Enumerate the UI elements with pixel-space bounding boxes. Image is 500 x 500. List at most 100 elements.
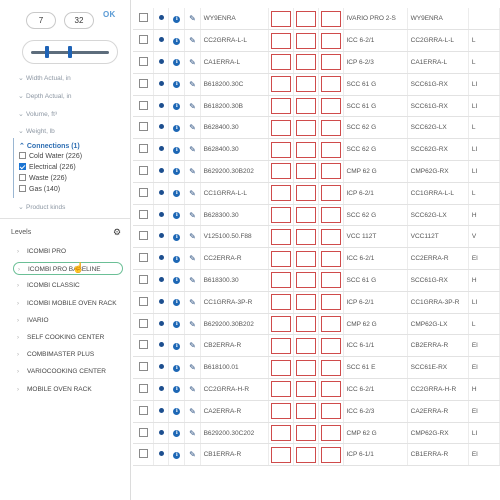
pencil-icon[interactable]: ✎ [189, 123, 196, 132]
empty-required-input[interactable] [320, 294, 341, 311]
table-row[interactable]: i ✎ V125100.50.F88 VCC 112T VCC112T V [133, 225, 500, 249]
empty-required-input[interactable] [295, 54, 316, 71]
table-row[interactable]: i ✎ CB1ERRA-R ICP 6-1/1 CB1ERRA-R El [133, 443, 500, 467]
row-checkbox[interactable] [138, 405, 148, 415]
range-slider[interactable] [22, 40, 118, 64]
facet-weight[interactable]: ⌄ Weight, lb [18, 127, 55, 135]
pencil-icon[interactable]: ✎ [189, 276, 196, 285]
info-icon[interactable]: i [173, 430, 181, 438]
pencil-icon[interactable]: ✎ [189, 14, 196, 23]
empty-required-input[interactable] [295, 228, 316, 245]
empty-required-input[interactable] [295, 98, 316, 115]
empty-required-input[interactable] [270, 446, 291, 463]
pencil-icon[interactable]: ✎ [189, 407, 196, 416]
empty-required-input[interactable] [270, 359, 291, 376]
info-icon[interactable]: i [173, 364, 181, 372]
connection-option[interactable]: Electrical (226) [19, 163, 76, 172]
empty-required-input[interactable] [295, 381, 316, 398]
row-checkbox[interactable] [138, 165, 148, 175]
empty-required-input[interactable] [270, 185, 291, 202]
pencil-icon[interactable]: ✎ [189, 298, 196, 307]
pencil-icon[interactable]: ✎ [189, 211, 196, 220]
pencil-icon[interactable]: ✎ [189, 254, 196, 263]
empty-required-input[interactable] [270, 10, 291, 27]
empty-required-input[interactable] [320, 250, 341, 267]
table-row[interactable]: i ✎ B618100.01 SCC 61 E SCC61E-RX El [133, 356, 500, 380]
row-checkbox[interactable] [138, 231, 148, 241]
row-checkbox[interactable] [138, 296, 148, 306]
table-row[interactable]: i ✎ CC1GRRA-3P-R ICP 6-2/1 CC1GRRA-3P-R LI [133, 291, 500, 314]
level-item[interactable]: › COMBIMASTER PLUS [13, 348, 123, 361]
info-icon[interactable]: i [173, 190, 181, 198]
empty-required-input[interactable] [295, 359, 316, 376]
empty-required-input[interactable] [295, 163, 316, 180]
level-item[interactable]: › MOBILE OVEN RACK [13, 383, 123, 396]
table-row[interactable]: i ✎ CB2ERRA-R ICC 6-1/1 CB2ERRA-R El [133, 334, 500, 358]
level-item[interactable]: › ICOMBI MOBILE OVEN RACK [13, 297, 123, 310]
info-icon[interactable]: i [173, 59, 181, 67]
level-item[interactable]: › IVARIO [13, 314, 123, 327]
empty-required-input[interactable] [295, 294, 316, 311]
row-checkbox[interactable] [138, 362, 148, 372]
empty-required-input[interactable] [320, 316, 341, 333]
empty-required-input[interactable] [270, 228, 291, 245]
row-checkbox[interactable] [138, 122, 148, 132]
checkbox[interactable] [19, 163, 26, 170]
empty-required-input[interactable] [295, 119, 316, 136]
level-item[interactable]: › VARIOCOOKING CENTER [13, 365, 123, 378]
row-checkbox[interactable] [138, 253, 148, 263]
info-icon[interactable]: i [173, 255, 181, 263]
table-row[interactable]: i ✎ CC2GRRA-H-R ICC 6-2/1 CC2GRRA-H-R H [133, 378, 500, 401]
info-icon[interactable]: i [173, 37, 181, 45]
empty-required-input[interactable] [320, 381, 341, 398]
empty-required-input[interactable] [320, 54, 341, 71]
empty-required-input[interactable] [320, 228, 341, 245]
empty-required-input[interactable] [270, 294, 291, 311]
table-row[interactable]: i ✎ CA1ERRA-L ICP 6-2/3 CA1ERRA-L L [133, 51, 500, 74]
row-checkbox[interactable] [138, 340, 148, 350]
empty-required-input[interactable] [295, 10, 316, 27]
empty-required-input[interactable] [320, 163, 341, 180]
row-checkbox[interactable] [138, 100, 148, 110]
empty-required-input[interactable] [270, 98, 291, 115]
pencil-icon[interactable]: ✎ [189, 363, 196, 372]
empty-required-input[interactable] [320, 141, 341, 158]
table-row[interactable]: i ✎ B629200.30B202 CMP 62 G CMP62G-LX L [133, 313, 500, 336]
facet-width[interactable]: ⌄ Width Actual, in [18, 74, 71, 82]
pencil-icon[interactable]: ✎ [189, 385, 196, 394]
checkbox[interactable] [19, 185, 26, 192]
empty-required-input[interactable] [295, 316, 316, 333]
empty-required-input[interactable] [320, 185, 341, 202]
empty-required-input[interactable] [320, 359, 341, 376]
pencil-icon[interactable]: ✎ [189, 450, 196, 459]
row-checkbox[interactable] [138, 274, 148, 284]
info-icon[interactable]: i [173, 212, 181, 220]
table-row[interactable]: i ✎ B628400.30 SCC 62 G SCC62G-LX L [133, 116, 500, 140]
pencil-icon[interactable]: ✎ [189, 102, 196, 111]
ok-button[interactable]: OK [103, 10, 116, 19]
pencil-icon[interactable]: ✎ [189, 58, 196, 67]
level-item[interactable]: › ICOMBI PRO BASELINE [13, 262, 123, 276]
connection-option[interactable]: Waste (226) [19, 174, 67, 183]
empty-required-input[interactable] [295, 141, 316, 158]
empty-required-input[interactable] [270, 119, 291, 136]
pencil-icon[interactable]: ✎ [189, 145, 196, 154]
checkbox[interactable] [19, 152, 26, 159]
table-row[interactable]: i ✎ B618200.30B SCC 61 G SCC61G-RX LI [133, 95, 500, 118]
level-item[interactable]: › ICOMBI CLASSIC [13, 279, 123, 292]
empty-required-input[interactable] [295, 250, 316, 267]
empty-required-input[interactable] [270, 425, 291, 442]
row-checkbox[interactable] [138, 449, 148, 459]
empty-required-input[interactable] [320, 337, 341, 354]
empty-required-input[interactable] [295, 32, 316, 49]
info-icon[interactable]: i [173, 81, 181, 89]
table-row[interactable]: i ✎ WY9ENRA IVARIO PRO 2-S WY9ENRA [133, 8, 500, 31]
table-row[interactable]: i ✎ CC1GRRA-L-L ICP 6-2/1 CC1GRRA-L-L L [133, 182, 500, 205]
empty-required-input[interactable] [270, 163, 291, 180]
info-icon[interactable]: i [173, 146, 181, 154]
empty-required-input[interactable] [320, 272, 341, 289]
empty-required-input[interactable] [320, 119, 341, 136]
empty-required-input[interactable] [270, 207, 291, 224]
table-row[interactable]: i ✎ CC2GRRA-L-L ICC 6-2/1 CC2GRRA-L-L L [133, 29, 500, 53]
empty-required-input[interactable] [295, 185, 316, 202]
